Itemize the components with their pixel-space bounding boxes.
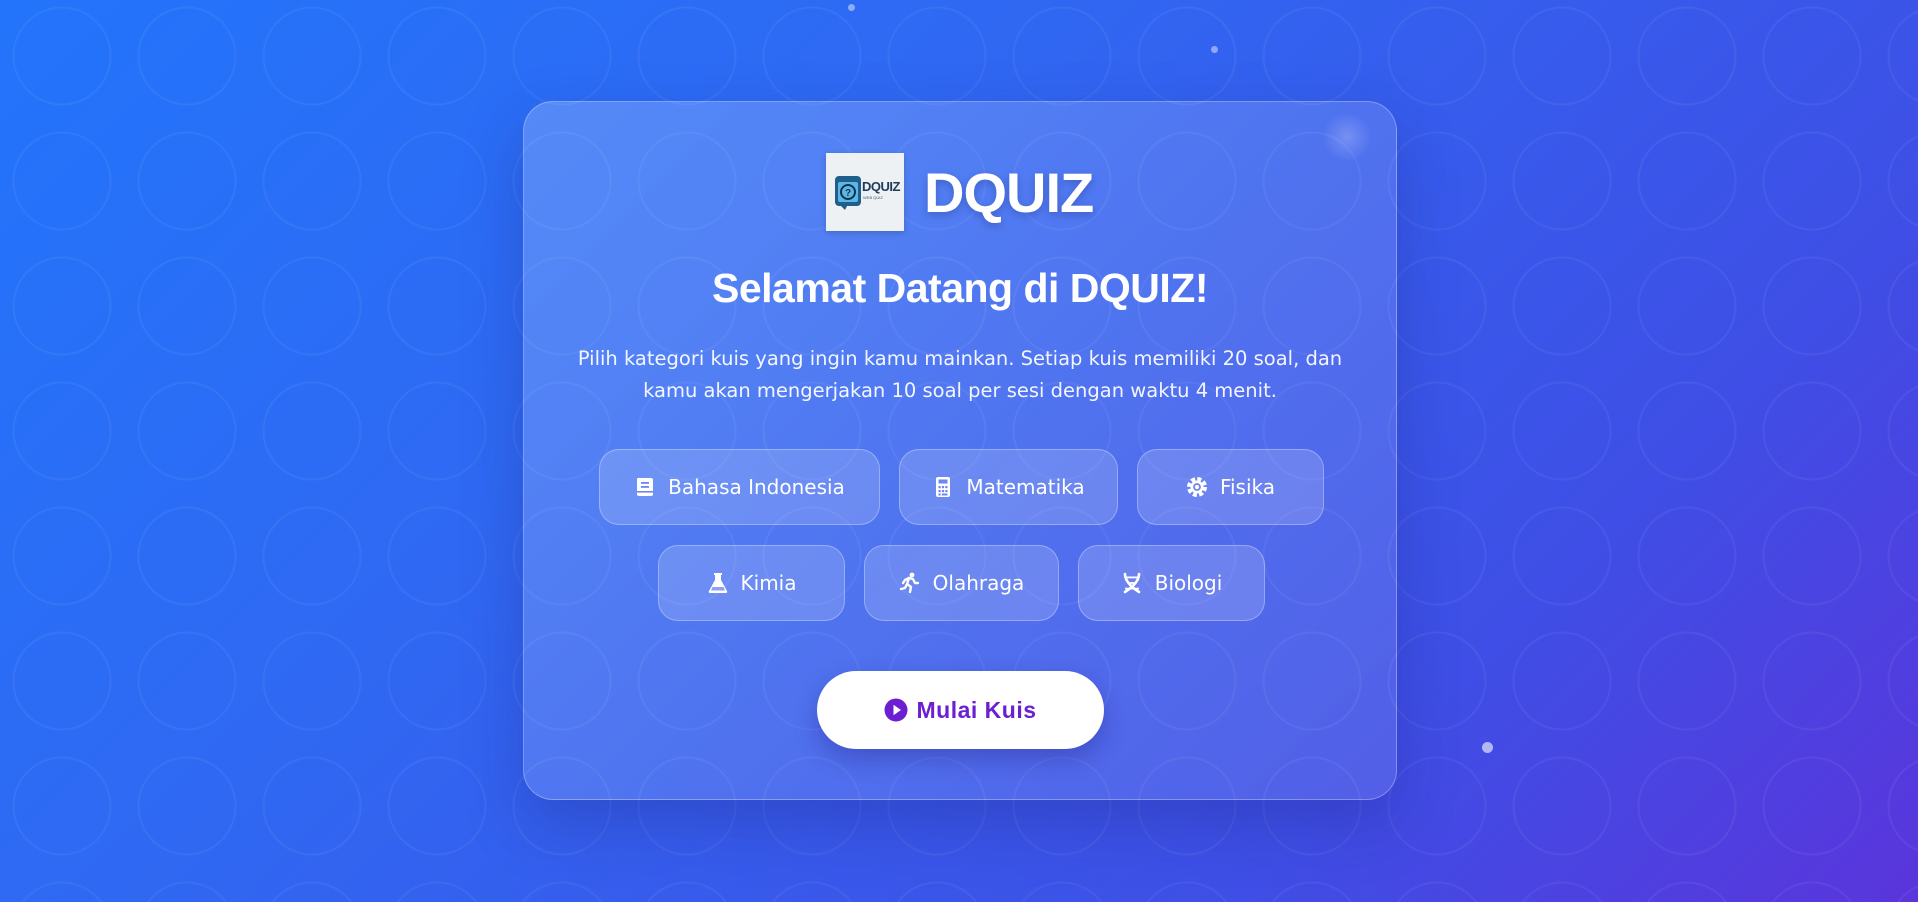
running-icon: [899, 572, 921, 594]
dna-icon: [1121, 572, 1143, 594]
calculator-icon: [932, 476, 954, 498]
svg-text:?: ?: [845, 188, 851, 199]
logo-text: DQUIZ: [862, 179, 900, 194]
brand-header: ? DQUIZ WEB QUIZ DQUIZ: [826, 152, 1094, 232]
start-quiz-button[interactable]: Mulai Kuis: [817, 671, 1104, 749]
category-fisika[interactable]: Fisika: [1137, 449, 1324, 525]
app-logo: ? DQUIZ WEB QUIZ: [826, 153, 904, 231]
category-biologi[interactable]: Biologi: [1078, 545, 1265, 621]
card-glow: [1322, 112, 1372, 162]
play-circle-icon: [884, 698, 908, 722]
category-label: Fisika: [1219, 475, 1276, 499]
decorative-dot: [1482, 742, 1493, 753]
atom-gear-icon: [1186, 476, 1208, 498]
category-kimia[interactable]: Kimia: [658, 545, 845, 621]
flask-icon: [707, 572, 729, 594]
category-label: Olahraga: [932, 571, 1025, 595]
category-label: Bahasa Indonesia: [668, 475, 845, 499]
category-matematika[interactable]: Matematika: [899, 449, 1118, 525]
category-olahraga[interactable]: Olahraga: [864, 545, 1059, 621]
category-label: Matematika: [966, 475, 1085, 499]
category-bahasa-indonesia[interactable]: Bahasa Indonesia: [599, 449, 880, 525]
start-quiz-label: Mulai Kuis: [916, 696, 1037, 723]
logo-subtext: WEB QUIZ: [863, 195, 883, 200]
welcome-title: Selamat Datang di DQUIZ!: [711, 265, 1209, 311]
decorative-dot: [848, 4, 855, 11]
category-label: Biologi: [1154, 571, 1223, 595]
welcome-card: ? DQUIZ WEB QUIZ DQUIZ Selamat Datang di…: [523, 101, 1397, 800]
decorative-dot: [1211, 46, 1218, 53]
brand-name: DQUIZ: [924, 160, 1094, 224]
welcome-description: Pilih kategori kuis yang ingin kamu main…: [577, 347, 1343, 402]
book-icon: [634, 476, 656, 498]
category-label: Kimia: [740, 571, 797, 595]
